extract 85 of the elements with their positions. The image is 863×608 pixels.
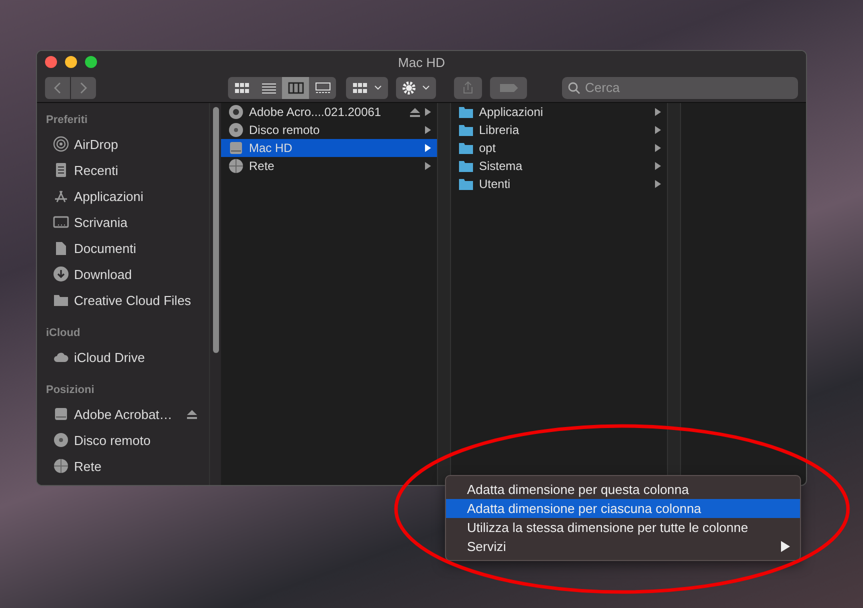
folder-icon — [458, 122, 474, 138]
sidebar-section-title: Preferiti — [45, 113, 89, 128]
desktop-icon — [53, 214, 69, 230]
column-item[interactable]: Adobe Acro....021.20061 — [221, 103, 437, 121]
menu-item[interactable]: Utilizza la stessa dimensione per tutte le colonne — [446, 518, 800, 537]
forward-button[interactable] — [71, 76, 96, 98]
app-store-icon — [53, 188, 69, 204]
chevron-icon — [655, 180, 661, 188]
document-icon — [53, 240, 69, 256]
zoom-button[interactable] — [85, 56, 97, 68]
column-item[interactable]: Utenti — [451, 175, 667, 193]
sidebar-item[interactable]: Adobe Acrobat… — [37, 401, 209, 427]
folder-icon — [458, 140, 474, 156]
column-item[interactable]: Rete — [221, 157, 437, 175]
search-field[interactable]: Cerca — [562, 76, 798, 98]
column-item[interactable]: opt — [451, 139, 667, 157]
sidebar-item[interactable]: Scrivania — [37, 209, 209, 235]
sidebar-section-title: Posizioni — [45, 383, 96, 398]
chevron-icon — [655, 162, 661, 170]
caret-icon — [422, 85, 430, 90]
minimize-button[interactable] — [65, 56, 77, 68]
action-button[interactable] — [396, 76, 436, 98]
chevron-icon — [425, 126, 431, 134]
airdrop-icon — [53, 136, 69, 152]
columns-icon — [288, 82, 304, 94]
gear-icon — [402, 80, 416, 94]
share-button[interactable] — [454, 76, 482, 98]
globe-icon — [53, 458, 69, 474]
sidebar-item[interactable]: Disco remoto — [37, 427, 209, 453]
tag-icon — [500, 84, 518, 92]
sidebar-item[interactable]: Applicazioni — [37, 183, 209, 209]
menu-item[interactable]: Adatta dimensione per ciascuna colonna — [446, 499, 800, 518]
list-icon — [260, 82, 276, 94]
view-mode-button[interactable] — [255, 76, 282, 98]
chevron-icon — [655, 144, 661, 152]
sidebar-item[interactable]: Download — [37, 261, 209, 287]
column-item[interactable]: Sistema — [451, 157, 667, 175]
chevron-icon — [425, 162, 431, 170]
view-mode-button[interactable] — [309, 76, 336, 98]
sidebar-item[interactable]: iCloud Drive — [37, 344, 209, 370]
globe-icon — [228, 158, 244, 174]
sidebar-section-title: iCloud — [45, 326, 82, 341]
window-title: Mac HD — [398, 54, 445, 70]
sidebar-item[interactable]: Creative Cloud Files — [37, 287, 209, 313]
menu-item[interactable]: Adatta dimensione per questa colonna — [446, 480, 800, 499]
column-item[interactable]: Libreria — [451, 121, 667, 139]
chevron-right-icon — [80, 82, 87, 94]
column-item[interactable]: Mac HD — [221, 139, 437, 157]
folder-icon — [53, 292, 69, 308]
chevron-left-icon — [54, 82, 61, 94]
caret-icon — [374, 85, 382, 90]
sidebar-item[interactable]: Rete — [37, 453, 209, 479]
chevron-icon — [655, 108, 661, 116]
sidebar-item[interactable]: AirDrop — [37, 131, 209, 157]
share-icon — [463, 81, 473, 94]
column-item[interactable]: Applicazioni — [451, 103, 667, 121]
disc-icon — [53, 432, 69, 448]
download-icon — [53, 266, 69, 282]
grid-icon — [234, 82, 250, 94]
folder-icon — [458, 158, 474, 174]
back-button[interactable] — [45, 76, 70, 98]
drive-icon — [228, 140, 244, 156]
gallery-icon — [314, 82, 330, 94]
chevron-icon — [425, 144, 431, 152]
view-mode-button[interactable] — [228, 76, 255, 98]
eject-icon[interactable] — [410, 108, 420, 116]
column-item[interactable]: Disco remoto — [221, 121, 437, 139]
grid-icon — [352, 82, 368, 94]
menu-item[interactable]: Servizi — [446, 537, 800, 556]
drive-icon — [53, 406, 69, 422]
volume-icon — [228, 104, 244, 120]
scrollbar-thumb[interactable] — [212, 107, 218, 353]
recent-icon — [53, 162, 69, 178]
tag-button[interactable] — [490, 76, 527, 98]
view-mode-button[interactable] — [282, 76, 309, 98]
chevron-icon — [655, 126, 661, 134]
search-icon — [568, 82, 580, 94]
group-button[interactable] — [346, 76, 388, 98]
close-button[interactable] — [45, 56, 57, 68]
sidebar-item[interactable]: Recenti — [37, 157, 209, 183]
folder-icon — [458, 176, 474, 192]
eject-icon[interactable] — [187, 410, 197, 418]
disc-icon — [228, 122, 244, 138]
sidebar-item[interactable]: Documenti — [37, 235, 209, 261]
chevron-icon — [425, 108, 431, 116]
